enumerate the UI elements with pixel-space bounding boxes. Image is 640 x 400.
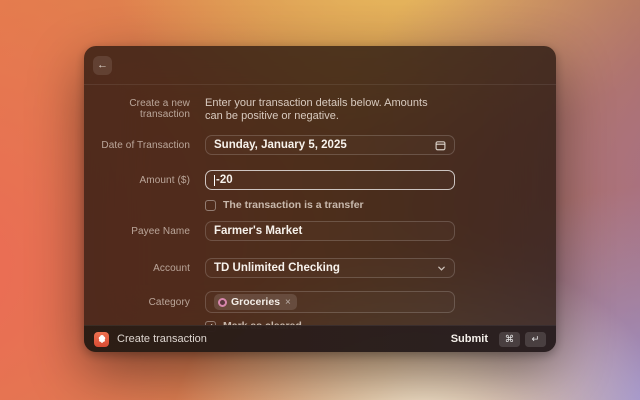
- transfer-checkbox-label: The transaction is a transfer: [223, 199, 364, 211]
- account-value: TD Unlimited Checking: [214, 262, 340, 274]
- window-header: ←: [84, 46, 556, 84]
- command-key-icon: ⌘: [499, 332, 520, 347]
- amount-row: Amount ($) -20: [100, 170, 540, 190]
- payee-value: Farmer's Market: [214, 225, 302, 237]
- date-input[interactable]: Sunday, January 5, 2025: [205, 135, 455, 155]
- transfer-row: The transaction is a transfer: [100, 199, 540, 211]
- chevron-down-icon: [437, 264, 446, 273]
- date-row: Date of Transaction Sunday, January 5, 2…: [100, 135, 540, 155]
- form-intro-row: Create a new transaction Enter your tran…: [100, 97, 540, 123]
- form: Create a new transaction Enter your tran…: [84, 85, 556, 332]
- amount-value: -20: [216, 174, 233, 186]
- payee-input[interactable]: Farmer's Market: [205, 221, 455, 241]
- create-transaction-window: ← Create a new transaction Enter your tr…: [84, 46, 556, 352]
- category-row: Category Groceries ×: [100, 291, 540, 313]
- back-button[interactable]: ←: [93, 56, 112, 75]
- command-name: Create transaction: [117, 333, 207, 345]
- category-dot-icon: [218, 298, 227, 307]
- date-value: Sunday, January 5, 2025: [214, 139, 347, 151]
- amount-label: Amount ($): [100, 175, 190, 186]
- transfer-checkbox-group[interactable]: The transaction is a transfer: [205, 199, 364, 211]
- amount-input[interactable]: -20: [205, 170, 455, 190]
- extension-logo-icon: [94, 332, 109, 347]
- account-select[interactable]: TD Unlimited Checking: [205, 258, 455, 278]
- payee-label: Payee Name: [100, 226, 190, 237]
- category-input[interactable]: Groceries ×: [205, 291, 455, 313]
- calendar-icon[interactable]: [435, 140, 446, 151]
- action-bar: Create transaction Submit ⌘ ↵: [84, 325, 556, 352]
- date-label: Date of Transaction: [100, 140, 190, 151]
- text-caret: [214, 175, 215, 186]
- payee-row: Payee Name Farmer's Market: [100, 221, 540, 241]
- submit-button[interactable]: Submit: [451, 333, 488, 345]
- form-description: Enter your transaction details below. Am…: [205, 97, 440, 123]
- account-row: Account TD Unlimited Checking: [100, 258, 540, 278]
- return-key-icon: ↵: [525, 332, 546, 347]
- form-title: Create a new transaction: [100, 97, 190, 120]
- transfer-checkbox[interactable]: [205, 200, 216, 211]
- category-label: Category: [100, 297, 190, 308]
- category-tag[interactable]: Groceries ×: [214, 294, 297, 310]
- category-tag-label: Groceries: [231, 296, 280, 308]
- remove-tag-icon[interactable]: ×: [285, 297, 291, 308]
- account-label: Account: [100, 263, 190, 274]
